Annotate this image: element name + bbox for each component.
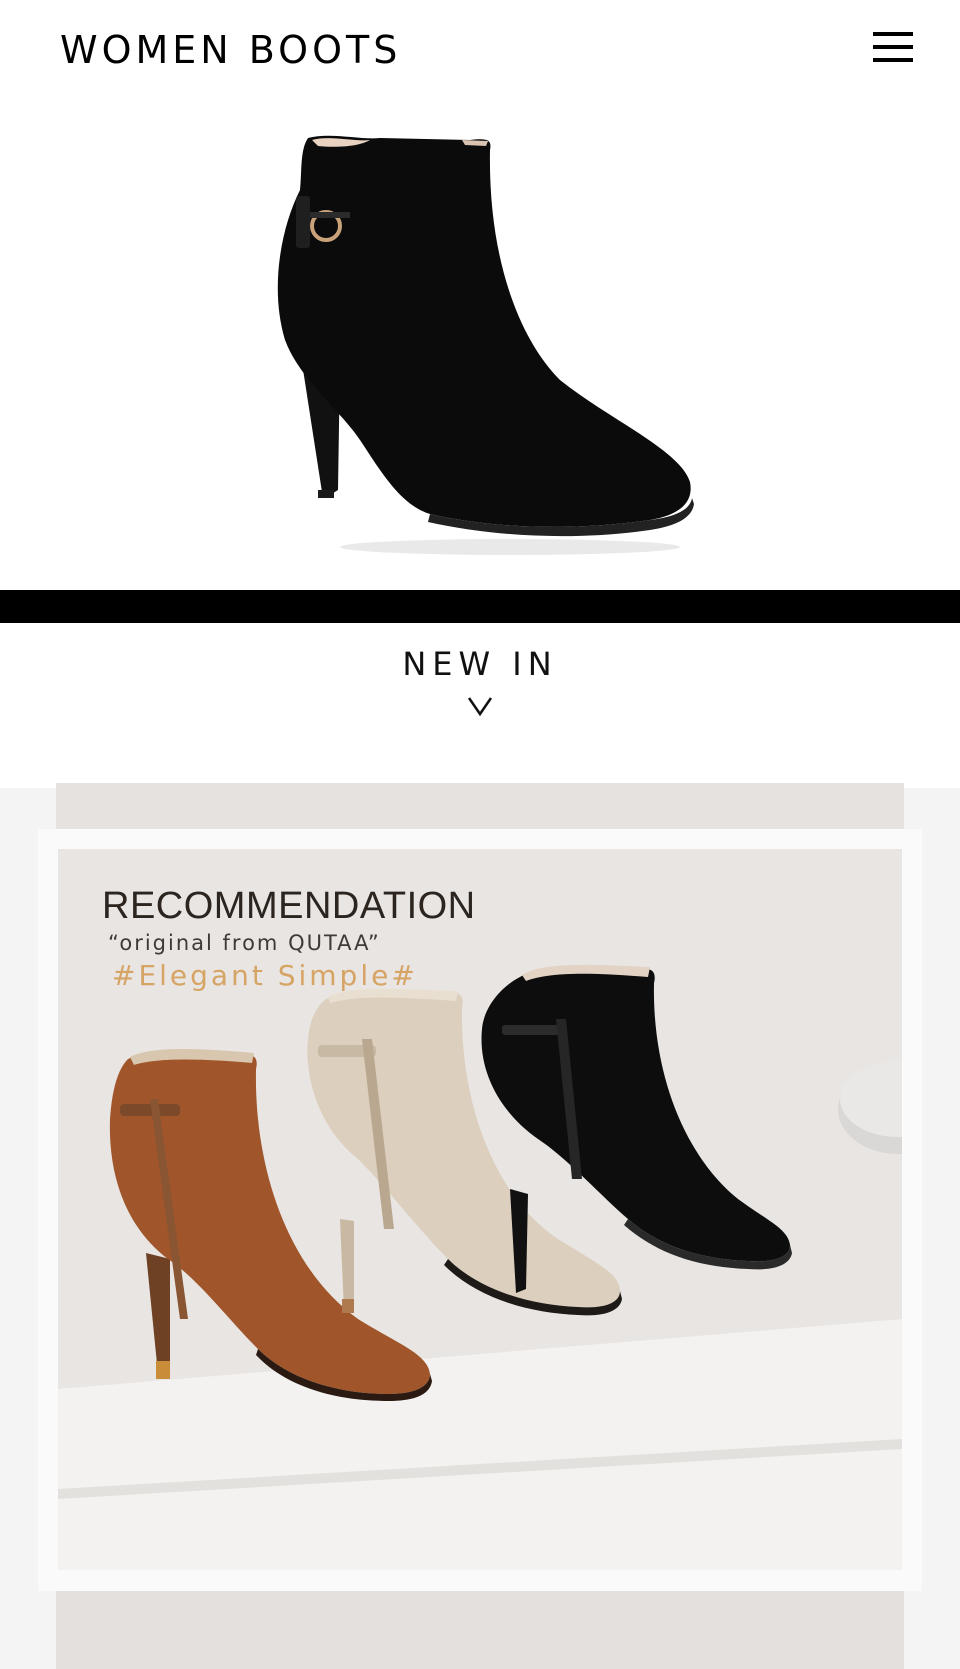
black-ankle-boot-image bbox=[277, 135, 694, 555]
site-title[interactable]: WOMEN BOOTS bbox=[60, 28, 401, 72]
recommendation-tag: #Elegant Simple# bbox=[112, 959, 418, 992]
recommendation-subtitle: “original from QUTAA” bbox=[108, 931, 381, 955]
next-card-preview[interactable] bbox=[56, 1591, 904, 1669]
three-ankle-boots-image bbox=[58, 964, 902, 1570]
chevron-down-icon[interactable] bbox=[466, 695, 494, 717]
recommendation-image[interactable]: RECOMMENDATION “original from QUTAA” #El… bbox=[58, 849, 902, 1570]
site-header: WOMEN BOOTS bbox=[0, 0, 960, 110]
recommendation-title: RECOMMENDATION bbox=[102, 885, 476, 927]
card-top-strip bbox=[56, 783, 904, 829]
section-title-new-in[interactable]: NEW IN bbox=[0, 645, 960, 683]
hamburger-menu-icon[interactable] bbox=[870, 28, 916, 66]
hero-divider-band bbox=[0, 590, 960, 623]
hero-banner[interactable] bbox=[0, 110, 960, 590]
